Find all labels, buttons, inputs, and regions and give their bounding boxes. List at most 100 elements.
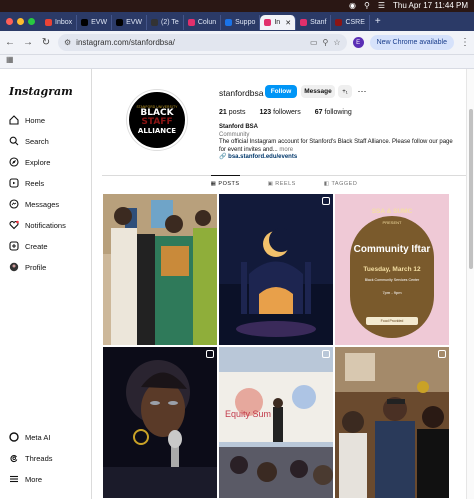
control-center-icon[interactable]: ☰ (378, 0, 385, 12)
browser-tab[interactable]: Stanf (296, 15, 332, 30)
profile-stats: 21 posts 123 followers 67 following (219, 109, 352, 116)
posts-count: 21 (219, 109, 227, 116)
browser-tab[interactable]: EVW (77, 15, 113, 30)
event-photo-image: Equity Sum (219, 347, 333, 498)
search-icon (8, 136, 19, 147)
x-icon (116, 19, 124, 26)
post-thumbnail[interactable] (103, 194, 217, 345)
browser-tab-active[interactable]: In ✕ (260, 15, 297, 30)
sidebar-item-threads[interactable]: Threads (8, 449, 53, 467)
post-thumbnail[interactable]: Equity Sum (219, 347, 333, 498)
profile-display-name: Stanford BSA (219, 124, 258, 130)
instagram-page: Instagram Home Search Explore Reels Mess… (0, 69, 466, 499)
tab-label: Suppo (235, 19, 256, 26)
chrome-update-button[interactable]: New Chrome available (369, 35, 454, 50)
tab-label: EVW (126, 19, 143, 26)
close-window-button[interactable] (6, 18, 13, 25)
avatar-icon (8, 262, 19, 273)
bookmark-star-icon[interactable]: ☆ (333, 38, 340, 47)
following-count: 67 (314, 109, 323, 116)
sidebar-item-label: More (25, 474, 43, 484)
browser-tab[interactable]: EVW (112, 15, 148, 30)
message-button[interactable]: Message (301, 85, 335, 98)
menu-bar-clock[interactable]: Thu Apr 17 11:44 PM (393, 0, 468, 12)
zoom-window-button[interactable] (28, 18, 35, 25)
profile-avatar-logo[interactable]: STANFORD UNIVERSITY BLACK STAFF ALLIANCE (127, 90, 187, 150)
tab-label: POSTS (218, 181, 240, 187)
forward-icon[interactable]: → (22, 37, 34, 48)
wifi-icon[interactable]: ◉ (349, 0, 356, 12)
new-tab-button[interactable]: + (370, 16, 386, 27)
browser-menu-icon[interactable]: ⋮ (460, 37, 470, 48)
profile-avatar[interactable]: E (352, 37, 364, 48)
sidebar-item-label: Threads (25, 453, 53, 463)
multiple-posts-icon (438, 350, 446, 358)
sidebar-item-messages[interactable]: Messages (8, 195, 59, 213)
tab-label: TAGGED (331, 181, 358, 187)
tab-tagged[interactable]: ◧ TAGGED (324, 176, 357, 193)
tab-posts[interactable]: ▦ POSTS (210, 175, 240, 193)
sidebar-item-notifications[interactable]: Notifications (8, 216, 66, 234)
sidebar-item-reels[interactable]: Reels (8, 174, 44, 192)
sidebar-item-search[interactable]: Search (8, 132, 49, 150)
poster-hosts: SSA & SUMC (371, 208, 413, 215)
profile-link[interactable]: 🔗 bsa.stanford.edu/events (219, 154, 459, 162)
follow-button[interactable]: Follow (265, 85, 297, 98)
address-bar[interactable]: ⚙ instagram.com/stanfordbsa/ ▭ ⚲ ☆ (58, 34, 347, 51)
tab-reels[interactable]: ▣ REELS (268, 176, 296, 193)
search-icon[interactable]: ⚲ (364, 0, 370, 12)
reel-icon (206, 350, 214, 358)
poster-date: Tuesday, March 12 (363, 266, 421, 273)
following-stat[interactable]: 67 following (315, 109, 352, 116)
scrollbar-thumb[interactable] (469, 109, 473, 269)
following-label: following (324, 109, 352, 116)
poster-title: Community Iftar (353, 244, 431, 255)
instagram-sidebar: Instagram Home Search Explore Reels Mess… (0, 69, 92, 499)
sidebar-item-meta-ai[interactable]: Meta AI (8, 428, 50, 446)
post-thumbnail[interactable] (103, 347, 217, 498)
back-icon[interactable]: ← (4, 37, 16, 48)
bookmarks-bar: ▦ (0, 55, 474, 69)
sidebar-item-label: Meta AI (25, 432, 51, 442)
close-tab-icon[interactable]: ✕ (285, 19, 291, 27)
reload-icon[interactable]: ↻ (40, 37, 52, 48)
reels-icon (8, 178, 19, 189)
post-thumbnail[interactable]: SSA & SUMC PRESENT Community Iftar Tuesd… (335, 194, 449, 345)
suggested-users-button[interactable]: +₁ (338, 85, 352, 98)
followers-stat[interactable]: 123 followers (259, 109, 300, 116)
sidebar-item-profile[interactable]: Profile (8, 258, 46, 276)
browser-tab[interactable]: Inbox (41, 15, 78, 30)
meta-ai-icon (8, 432, 19, 443)
stanford-icon (335, 19, 343, 26)
apps-grid-icon[interactable]: ▦ (6, 55, 14, 64)
explore-icon (8, 157, 19, 168)
options-icon[interactable]: ⋯ (355, 85, 369, 98)
minimize-window-button[interactable] (17, 18, 24, 25)
cast-icon[interactable]: ▭ (310, 38, 318, 47)
sidebar-item-label: Create (25, 241, 48, 251)
menu-icon (8, 474, 19, 485)
bio-more-link[interactable]: more (279, 147, 293, 153)
url-text[interactable]: instagram.com/stanfordbsa/ (76, 38, 305, 47)
instagram-logo[interactable]: Instagram (9, 85, 73, 98)
plus-icon (8, 241, 19, 252)
posts-count-stat: 21 posts (219, 109, 245, 116)
avatar-text-staff: STAFF (141, 116, 173, 127)
post-thumbnail[interactable] (335, 347, 449, 498)
browser-tab[interactable]: Colun (184, 15, 222, 30)
browser-tab[interactable]: CSRE (331, 15, 370, 30)
sidebar-item-explore[interactable]: Explore (8, 153, 50, 171)
posts-label: posts (228, 109, 246, 116)
browser-tab[interactable]: Suppo (221, 15, 261, 30)
browser-tab[interactable]: (2) Te (147, 15, 184, 30)
multiple-posts-icon (322, 197, 330, 205)
zoom-icon[interactable]: ⚲ (323, 38, 329, 47)
poster-food-pill: Food Provided (366, 317, 418, 325)
sidebar-item-home[interactable]: Home (8, 111, 45, 129)
site-info-icon[interactable]: ⚙ (64, 38, 71, 47)
page-scrollbar[interactable] (466, 69, 474, 499)
sidebar-item-more[interactable]: More (8, 470, 42, 488)
post-thumbnail[interactable] (219, 194, 333, 345)
sidebar-item-create[interactable]: Create (8, 237, 48, 255)
slide-text: Equity Sum (225, 409, 271, 419)
